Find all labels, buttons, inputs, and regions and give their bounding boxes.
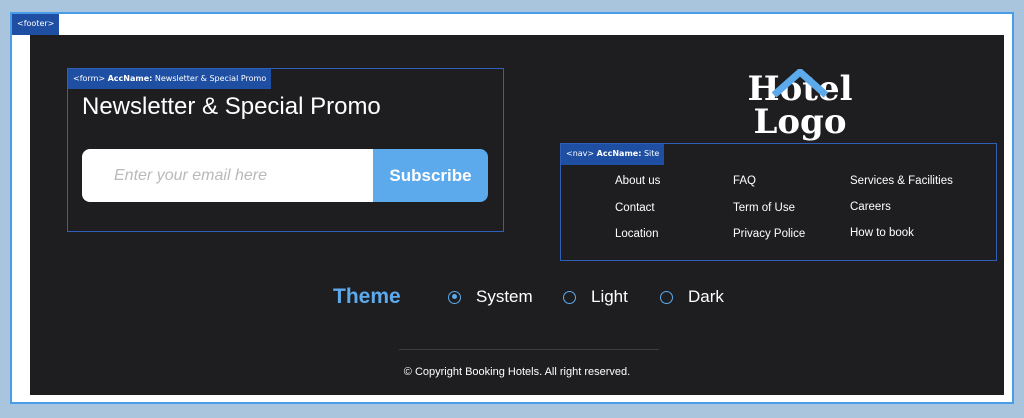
nav-link-services-facilities[interactable]: Services & Facilities [850,175,953,187]
copyright-text: © Copyright Booking Hotels. All right re… [403,366,631,378]
theme-option-label: System [476,287,533,306]
logo-line2: Logo [753,102,846,141]
nav-tag-accname-value: Site [643,149,660,158]
nav-link-term-of-use[interactable]: Term of Use [733,202,795,214]
nav-link-careers[interactable]: Careers [850,201,891,213]
nav-link-privacy-police[interactable]: Privacy Police [733,228,805,240]
nav-link-how-to-book[interactable]: How to book [850,227,914,239]
email-input[interactable] [82,149,374,202]
form-tag-accname-value: Newsletter & Special Promo [154,74,267,83]
footer-divider [399,349,659,350]
nav-tag-accname-key: AccName: [596,149,642,158]
theme-option-label: Light [591,287,628,306]
nav-annotation-tag: <nav> AccName: Site [561,144,665,165]
radio-unchecked-icon[interactable] [660,290,673,304]
nav-link-location[interactable]: Location [615,228,658,240]
radio-checked-icon[interactable] [448,290,461,304]
newsletter-title: Newsletter & Special Promo [82,93,381,120]
nav-link-faq[interactable]: FAQ [733,175,756,187]
footer-tag: <footer> [12,14,60,35]
nav-tag-element: <nav> [566,149,595,158]
site-nav: <nav> AccName: Site About us Contact Loc… [560,143,997,261]
hotel-logo[interactable]: Hotel Logo [742,69,858,141]
footer-annotation-frame: <footer> <form> AccName: Newsletter & Sp… [10,12,1014,404]
form-annotation-tag: <form> AccName: Newsletter & Special Pro… [68,69,272,89]
nav-link-contact[interactable]: Contact [615,202,655,214]
radio-unchecked-icon[interactable] [563,290,576,304]
theme-label: Theme [333,285,401,308]
theme-option-light[interactable]: Light [563,285,628,309]
roof-icon: Hotel Logo [747,69,853,141]
theme-option-dark[interactable]: Dark [660,285,724,309]
theme-option-system[interactable]: System [448,285,533,309]
nav-link-about-us[interactable]: About us [615,175,660,187]
form-tag-accname-key: AccName: [107,74,153,83]
newsletter-form: <form> AccName: Newsletter & Special Pro… [67,68,504,232]
theme-option-label: Dark [688,287,724,306]
subscribe-button[interactable]: Subscribe [373,149,488,202]
footer: <form> AccName: Newsletter & Special Pro… [30,35,1004,395]
form-tag-element: <form> [73,74,106,83]
